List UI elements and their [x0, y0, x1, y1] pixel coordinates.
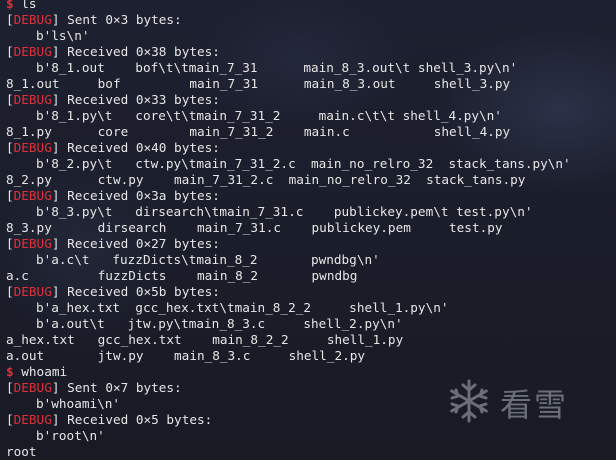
- terminal-line: [DEBUG] Received 0×5b bytes:: [6, 284, 220, 299]
- terminal-line: $ ls: [6, 0, 616, 12]
- debug-message: Sent 0×3 bytes:: [59, 12, 182, 27]
- terminal-line: [DEBUG] Received 0×38 bytes:: [6, 44, 220, 59]
- command-text: whoami: [21, 364, 68, 379]
- output-line: root: [6, 444, 37, 459]
- debug-tag: DEBUG: [13, 188, 52, 203]
- raw-bytes-line: b'8_1.py\t core\t\tmain_7_31_2 main.c\t\…: [36, 108, 502, 123]
- terminal-line: [DEBUG] Sent 0×3 bytes:: [6, 12, 182, 27]
- raw-bytes-line: b'8_3.py\t dirsearch\tmain_7_31.c public…: [36, 204, 533, 219]
- raw-bytes-line: b'root\n': [36, 428, 105, 443]
- debug-message: Received 0×40 bytes:: [59, 140, 220, 155]
- output-line: a_hex.txt gcc_hex.txt main_8_2_2 shell_1…: [6, 332, 404, 347]
- debug-tag: DEBUG: [13, 236, 52, 251]
- snowflake-icon: [446, 378, 492, 428]
- debug-tag: DEBUG: [13, 12, 52, 27]
- debug-message: Received 0×5b bytes:: [59, 284, 220, 299]
- raw-bytes-line: b'a_hex.txt gcc_hex.txt\tmain_8_2_2 shel…: [36, 300, 449, 315]
- debug-message: Received 0×27 bytes:: [59, 236, 220, 251]
- raw-bytes-line: b'ls\n': [36, 28, 90, 43]
- terminal-line: [DEBUG] Received 0×33 bytes:: [6, 92, 220, 107]
- debug-tag: DEBUG: [13, 44, 52, 59]
- debug-tag: DEBUG: [13, 92, 52, 107]
- output-line: 8_1.py core main_7_31_2 main.c shell_4.p…: [6, 124, 511, 139]
- output-line: a.out jtw.py main_8_3.c shell_2.py: [6, 348, 366, 363]
- terminal-line: [DEBUG] Received 0×40 bytes:: [6, 140, 220, 155]
- shell-prompt: $: [6, 364, 22, 379]
- raw-bytes-line: b'8_1.out bof\t\tmain_7_31 main_8_3.out\…: [36, 60, 518, 75]
- debug-tag: DEBUG: [13, 284, 52, 299]
- shell-prompt: $: [6, 0, 22, 11]
- terminal-line: [DEBUG] Received 0×27 bytes:: [6, 236, 220, 251]
- debug-tag: DEBUG: [13, 380, 52, 395]
- debug-message: Received 0×3a bytes:: [59, 188, 220, 203]
- debug-message: Received 0×38 bytes:: [59, 44, 220, 59]
- raw-bytes-line: b'a.c\t fuzzDicts\tmain_8_2 pwndbg\n': [36, 252, 380, 267]
- debug-message: Received 0×33 bytes:: [59, 92, 220, 107]
- debug-message: Received 0×5 bytes:: [59, 412, 213, 427]
- debug-tag: DEBUG: [13, 140, 52, 155]
- kanxue-watermark: 看雪: [446, 378, 568, 428]
- output-line: a.c fuzzDicts main_8_2 pwndbg: [6, 268, 358, 283]
- output-line: 8_3.py dirsearch main_7_31.c publickey.p…: [6, 220, 503, 235]
- debug-message: Sent 0×7 bytes:: [59, 380, 182, 395]
- raw-bytes-line: b'8_2.py\t ctw.py\tmain_7_31_2.c main_no…: [36, 156, 571, 171]
- output-line: 8_1.out bof main_7_31 main_8_3.out shell…: [6, 76, 511, 91]
- terminal-line: [DEBUG] Received 0×3a bytes:: [6, 188, 220, 203]
- watermark-text: 看雪: [500, 386, 569, 424]
- command-text: ls: [21, 0, 37, 11]
- debug-tag: DEBUG: [13, 412, 52, 427]
- output-line: 8_2.py ctw.py main_7_31_2.c main_no_relr…: [6, 172, 526, 187]
- raw-bytes-line: b'a.out\t jtw.py\tmain_8_3.c shell_2.py\…: [36, 316, 403, 331]
